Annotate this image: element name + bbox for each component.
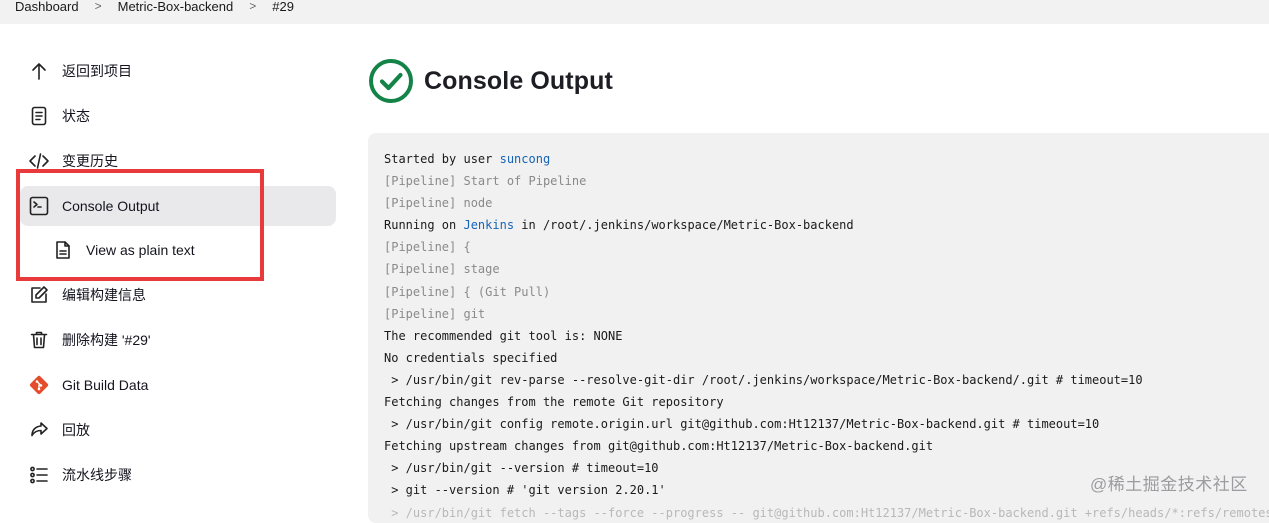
sidebar-item-back-to-project[interactable]: 返回到项目 [20, 51, 336, 91]
sidebar-item-label: 变更历史 [62, 151, 118, 171]
sidebar-item-label: 回放 [62, 420, 90, 440]
page-title: Console Output [424, 67, 613, 96]
sidebar-item-label: 编辑构建信息 [62, 285, 146, 305]
console-link[interactable]: Jenkins [463, 218, 514, 232]
sidebar-item-pipeline-steps[interactable]: 流水线步骤 [20, 455, 336, 495]
sidebar-item-label: Git Build Data [62, 377, 148, 393]
breadcrumb-project[interactable]: Metric-Box-backend [118, 0, 234, 14]
success-check-icon [368, 58, 414, 104]
console-line: [Pipeline] { [384, 236, 1269, 258]
code-icon [28, 150, 50, 172]
console-output-panel: Started by user suncong[Pipeline] Start … [368, 133, 1269, 523]
sidebar-item-delete-build[interactable]: 删除构建 '#29' [20, 320, 336, 360]
console-line: [Pipeline] git [384, 303, 1269, 325]
sidebar-item-status[interactable]: 状态 [20, 96, 336, 136]
sidebar-item-git-build-data[interactable]: Git Build Data [20, 365, 336, 405]
breadcrumb-separator: > [95, 0, 102, 13]
console-line: [Pipeline] Start of Pipeline [384, 170, 1269, 192]
sidebar-item-label: 返回到项目 [62, 61, 132, 81]
git-icon [28, 374, 50, 396]
edit-icon [28, 284, 50, 306]
sidebar-item-label: 流水线步骤 [62, 465, 132, 485]
sidebar-item-console-output[interactable]: Console Output [20, 186, 336, 226]
watermark-text: @稀土掘金技术社区 [1090, 470, 1248, 495]
page-header: Console Output [368, 55, 613, 107]
console-line: Running on Jenkins in /root/.jenkins/wor… [384, 214, 1269, 236]
console-line: [Pipeline] node [384, 192, 1269, 214]
document-icon [28, 105, 50, 127]
console-line: The recommended git tool is: NONE [384, 325, 1269, 347]
file-icon [52, 239, 74, 261]
trash-icon [28, 329, 50, 351]
console-text: Running on [384, 218, 463, 232]
sidebar-item-view-plain-text[interactable]: View as plain text [44, 230, 264, 270]
console-text: Started by user [384, 152, 500, 166]
sidebar-item-label: View as plain text [86, 242, 195, 258]
breadcrumb: Dashboard > Metric-Box-backend > #29 [0, 0, 1269, 24]
console-line: Fetching upstream changes from git@githu… [384, 435, 1269, 457]
console-line: Fetching changes from the remote Git rep… [384, 391, 1269, 413]
sidebar: 返回到项目 状态 变更历史 Console Output View as pla… [0, 24, 345, 509]
breadcrumb-separator: > [249, 0, 256, 13]
console-line: > /usr/bin/git config remote.origin.url … [384, 413, 1269, 435]
sidebar-item-label: Console Output [62, 198, 159, 214]
console-line: No credentials specified [384, 347, 1269, 369]
console-line: [Pipeline] { (Git Pull) [384, 281, 1269, 303]
sidebar-item-label: 状态 [62, 106, 90, 126]
terminal-icon [28, 195, 50, 217]
console-line: [Pipeline] stage [384, 258, 1269, 280]
console-line: > /usr/bin/git fetch --tags --force --pr… [384, 502, 1269, 523]
replay-icon [28, 419, 50, 441]
sidebar-item-replay[interactable]: 回放 [20, 410, 336, 450]
console-line: > /usr/bin/git rev-parse --resolve-git-d… [384, 369, 1269, 391]
console-line: Started by user suncong [384, 148, 1269, 170]
sidebar-item-changes[interactable]: 变更历史 [20, 141, 336, 181]
breadcrumb-build[interactable]: #29 [272, 0, 294, 14]
console-text: in /root/.jenkins/workspace/Metric-Box-b… [514, 218, 854, 232]
console-link[interactable]: suncong [500, 152, 551, 166]
steps-list-icon [28, 464, 50, 486]
breadcrumb-dashboard[interactable]: Dashboard [15, 0, 79, 14]
sidebar-item-edit-build-info[interactable]: 编辑构建信息 [20, 275, 336, 315]
arrow-up-icon [28, 60, 50, 82]
sidebar-item-label: 删除构建 '#29' [62, 330, 151, 350]
